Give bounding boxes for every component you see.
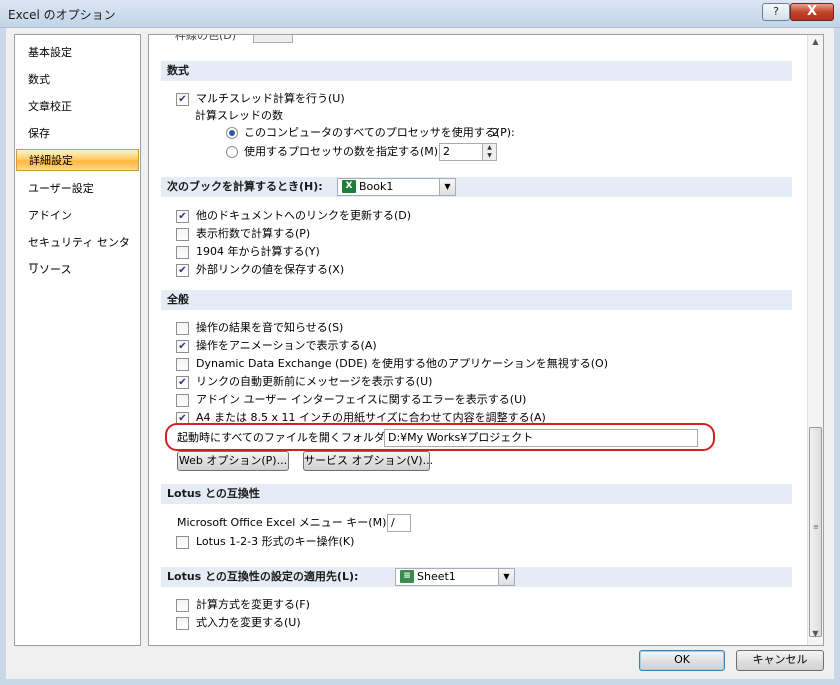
scroll-down-icon[interactable]: ▼ (810, 629, 821, 643)
gridline-color-label: 枠線の色(D) (175, 34, 237, 42)
multithread-label: マルチスレッド計算を行う(U) (196, 92, 345, 105)
animation-checkbox[interactable]: ✔ (176, 340, 189, 353)
multithread-checkbox[interactable]: ✔ (176, 93, 189, 106)
use-all-processors-label: このコンピュータのすべてのプロセッサを使用する(P): (244, 126, 515, 139)
processor-count-spinner[interactable]: 2 ▲ ▼ (439, 143, 497, 161)
use-all-processors-radio[interactable] (226, 127, 238, 139)
service-options-button[interactable]: サービス オプション(V)... (303, 451, 433, 471)
vertical-scrollbar[interactable]: ▲ ≡ ▼ (807, 35, 823, 645)
grip-icon: ≡ (813, 523, 819, 531)
update-links-label: 他のドキュメントへのリンクを更新する(D) (196, 209, 412, 222)
save-external-links-label: 外部リンクの値を保存する(X) (196, 263, 345, 276)
category-nav: 基本設定 数式 文章校正 保存 詳細設定 ユーザー設定 アドイン セキュリティ … (14, 34, 141, 646)
ask-update-links-checkbox[interactable]: ✔ (176, 376, 189, 389)
animation-label: 操作をアニメーションで表示する(A) (196, 339, 377, 352)
chevron-down-icon[interactable]: ▼ (439, 179, 455, 195)
ignore-dde-label: Dynamic Data Exchange (DDE) を使用する他のアプリケー… (196, 357, 609, 370)
section-lotus: Lotus との互換性 (161, 484, 792, 504)
calc-book-value: Book1 (359, 180, 394, 193)
transition-formula-eval-label: 計算方式を変更する(F) (196, 598, 310, 611)
section-calc-book: 次のブックを計算するとき(H): (161, 177, 792, 197)
section-formulas: 数式 (161, 61, 792, 81)
manual-processors-radio[interactable] (226, 146, 238, 158)
transition-formula-entry-label: 式入力を変更する(U) (196, 616, 301, 629)
nav-item-formulas[interactable]: 数式 (16, 69, 139, 91)
nav-item-addins[interactable]: アドイン (16, 205, 139, 227)
options-panel: 枠線の色(D) 数式 ✔ マルチスレッド計算を行う(U) 計算スレッドの数 この… (148, 34, 824, 646)
transition-formula-entry-checkbox[interactable] (176, 617, 189, 630)
scroll-thumb[interactable]: ≡ (809, 427, 822, 637)
lotus-settings-header: Lotus との互換性の設定の適用先(L): (167, 570, 359, 583)
feedback-sound-checkbox[interactable] (176, 322, 189, 335)
ask-update-links-label: リンクの自動更新前にメッセージを表示する(U) (196, 375, 433, 388)
precision-as-displayed-label: 表示桁数で計算する(P) (196, 227, 311, 240)
close-button[interactable]: X (790, 3, 834, 21)
nav-item-trust-center[interactable]: セキュリティ センター (16, 232, 139, 271)
ignore-dde-checkbox[interactable] (176, 358, 189, 371)
help-button[interactable]: ? (762, 3, 790, 21)
addin-errors-checkbox[interactable] (176, 394, 189, 407)
save-external-links-checkbox[interactable]: ✔ (176, 264, 189, 277)
web-options-button[interactable]: Web オプション(P)... (177, 451, 289, 471)
date-1904-label: 1904 年から計算する(Y) (196, 245, 320, 258)
excel-workbook-icon: X (342, 180, 356, 193)
calc-book-dropdown[interactable]: X Book1 ▼ (337, 178, 456, 196)
nav-item-customize[interactable]: ユーザー設定 (16, 178, 139, 200)
threads-label: 計算スレッドの数 (195, 109, 283, 122)
section-general: 全般 (161, 290, 792, 310)
window-title: Excel のオプション (8, 8, 116, 22)
feedback-sound-label: 操作の結果を音で知らせる(S) (196, 321, 344, 334)
ok-button[interactable]: OK (639, 650, 725, 671)
dialog-body: 基本設定 数式 文章校正 保存 詳細設定 ユーザー設定 アドイン セキュリティ … (6, 28, 834, 679)
gridline-color-picker[interactable] (253, 35, 293, 43)
chevron-down-icon[interactable]: ▼ (498, 569, 514, 585)
processor-count-input[interactable]: 2 (443, 145, 450, 158)
title-bar: Excel のオプション ? X (0, 0, 840, 28)
processor-count-value: 2 (492, 126, 499, 139)
scroll-up-icon[interactable]: ▲ (810, 37, 821, 51)
nav-item-proofing[interactable]: 文章校正 (16, 96, 139, 118)
nav-item-save[interactable]: 保存 (16, 123, 139, 145)
cancel-button[interactable]: キャンセル (736, 650, 824, 671)
update-links-checkbox[interactable]: ✔ (176, 210, 189, 223)
startup-folder-label: 起動時にすべてのファイルを開くフォルダ(L): (177, 431, 404, 444)
startup-folder-input[interactable]: D:¥My Works¥プロジェクト (384, 429, 698, 447)
manual-processors-label: 使用するプロセッサの数を指定する(M): (244, 145, 442, 158)
menu-key-input[interactable]: / (387, 514, 411, 532)
date-1904-checkbox[interactable] (176, 246, 189, 259)
addin-errors-label: アドイン ユーザー インターフェイスに関するエラーを表示する(U) (196, 393, 527, 406)
nav-item-basic[interactable]: 基本設定 (16, 42, 139, 64)
lotus-sheet-value: Sheet1 (417, 570, 456, 583)
lotus-keys-checkbox[interactable] (176, 536, 189, 549)
transition-formula-eval-checkbox[interactable] (176, 599, 189, 612)
precision-as-displayed-checkbox[interactable] (176, 228, 189, 241)
lotus-sheet-dropdown[interactable]: ≡ Sheet1 ▼ (395, 568, 515, 586)
nav-item-advanced[interactable]: 詳細設定 (16, 149, 139, 171)
lotus-keys-label: Lotus 1-2-3 形式のキー操作(K) (196, 535, 355, 548)
calc-book-header: 次のブックを計算するとき(H): (167, 180, 323, 193)
spinner-arrows-icon[interactable]: ▲ ▼ (482, 144, 496, 160)
menu-key-label: Microsoft Office Excel メニュー キー(M): (177, 516, 391, 529)
sheet-icon: ≡ (400, 570, 414, 583)
nav-item-resources[interactable]: リソース (16, 259, 139, 281)
